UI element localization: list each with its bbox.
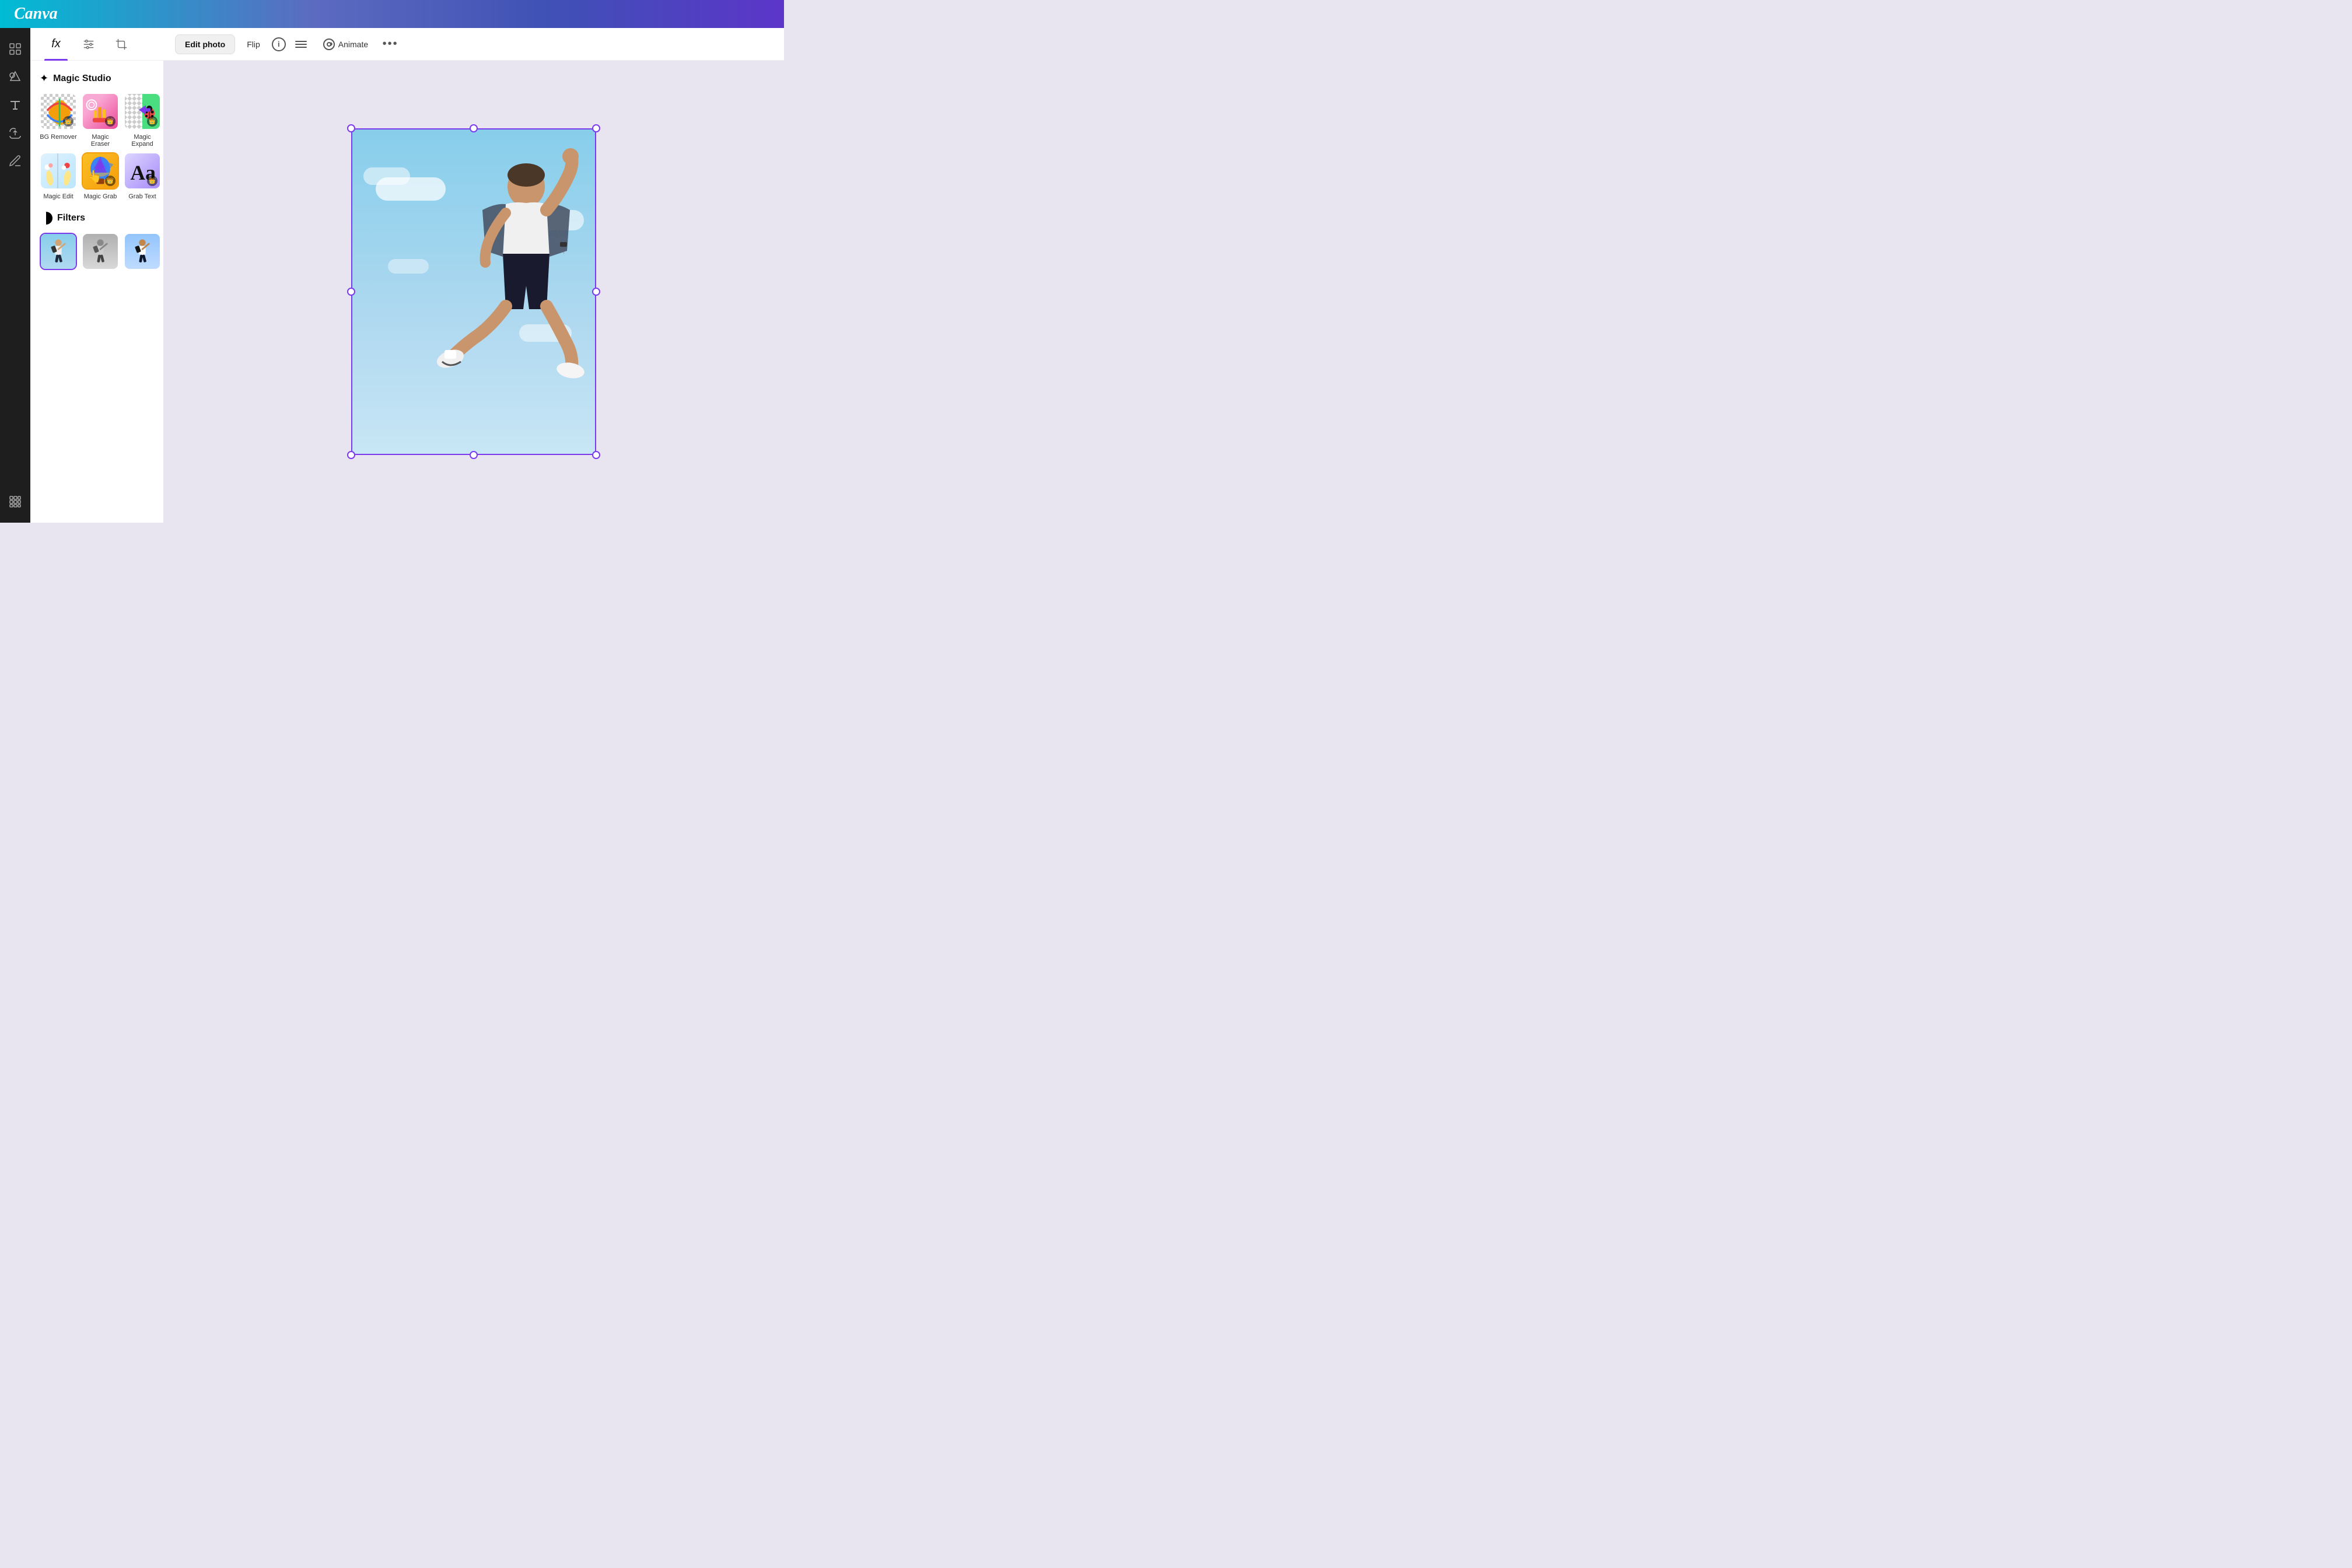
feature-magic-expand[interactable]: 👑 Magic Expand [124, 93, 161, 148]
more-icon: ••• [383, 37, 398, 51]
filters-grid [40, 233, 154, 270]
handle-top-middle[interactable] [470, 124, 478, 132]
canvas-area: Edit photo Flip i Animate ••• [163, 28, 784, 523]
filter-original[interactable] [40, 233, 77, 270]
handle-bottom-middle[interactable] [470, 451, 478, 459]
feature-bg-remover[interactable]: 👑 BG Remover [40, 93, 77, 148]
magic-edit-thumb [40, 152, 77, 190]
canva-logo: Canva [14, 5, 58, 23]
magic-studio-icon: ✦ [40, 72, 48, 85]
sidebar-item-apps[interactable] [4, 490, 27, 513]
tab-crop[interactable] [105, 28, 138, 61]
tools-content: ✦ Magic Studio [30, 61, 163, 279]
bg-remover-label: BG Remover [40, 134, 77, 141]
magic-grab-label: Magic Grab [84, 193, 117, 200]
magic-studio-grid: 👑 BG Remover [40, 93, 154, 200]
grab-text-label: Grab Text [128, 193, 156, 200]
tab-effects[interactable]: fx [40, 28, 72, 61]
handle-middle-left[interactable] [347, 288, 355, 296]
bg-remover-crown: 👑 [63, 116, 74, 127]
info-icon[interactable]: i [272, 37, 286, 51]
magic-expand-label: Magic Expand [124, 134, 161, 148]
filters-title: Filters [57, 213, 85, 223]
feature-magic-grab[interactable]: Olivia 👆 👑 [82, 152, 119, 200]
tools-panel: fx ✦ Magic Studio [30, 28, 163, 523]
magic-grab-crown: 👑 [105, 176, 116, 186]
more-button[interactable]: ••• [380, 34, 401, 55]
filters-icon [40, 212, 52, 225]
sidebar-item-elements[interactable] [4, 37, 27, 61]
sidebar-item-shapes[interactable] [4, 65, 27, 89]
magic-eraser-thumb: 👑 [82, 93, 119, 130]
canvas-workspace[interactable] [163, 61, 784, 523]
handle-bottom-right[interactable] [592, 451, 600, 459]
edit-photo-button[interactable]: Edit photo [175, 34, 235, 54]
photo-container[interactable] [351, 128, 596, 455]
magic-eraser-label: Magic Eraser [82, 134, 119, 148]
magic-expand-thumb: 👑 [124, 93, 161, 130]
animate-icon [323, 38, 335, 50]
handle-top-left[interactable] [347, 124, 355, 132]
bg-remover-thumb: 👑 [40, 93, 77, 130]
feature-magic-eraser[interactable]: 👑 Magic Eraser [82, 93, 119, 148]
sidebar-item-uploads[interactable] [4, 121, 27, 145]
magic-studio-header: ✦ Magic Studio [40, 72, 154, 85]
handle-bottom-left[interactable] [347, 451, 355, 459]
action-bar: Edit photo Flip i Animate ••• [163, 28, 784, 61]
menu-button[interactable] [290, 34, 312, 55]
magic-eraser-crown: 👑 [105, 116, 116, 127]
animate-label: Animate [338, 40, 368, 49]
flip-button[interactable]: Flip [240, 35, 267, 54]
hand-cursor-icon: 👆 [88, 169, 102, 184]
filter-mono[interactable] [82, 233, 119, 270]
left-sidebar [0, 28, 30, 523]
animate-button[interactable]: Animate [316, 34, 375, 55]
magic-edit-label: Magic Edit [43, 193, 73, 200]
sidebar-item-draw[interactable] [4, 149, 27, 173]
grab-text-thumb: Aa 👑 [124, 152, 161, 190]
magic-studio-title: Magic Studio [53, 74, 111, 84]
photo-image [351, 128, 596, 455]
feature-grab-text[interactable]: Aa 👑 Grab Text [124, 152, 161, 200]
tab-adjust[interactable] [72, 28, 105, 61]
top-bar: Canva [0, 0, 784, 28]
hamburger-icon [295, 41, 307, 48]
feature-magic-edit[interactable]: Magic Edit [40, 152, 77, 200]
filters-header: Filters [40, 212, 154, 225]
magic-grab-thumb: Olivia 👆 👑 [82, 152, 119, 190]
toolbar-tabs: fx [30, 28, 163, 61]
handle-top-right[interactable] [592, 124, 600, 132]
grab-text-crown: 👑 [147, 176, 158, 186]
sidebar-item-text[interactable] [4, 93, 27, 117]
handle-middle-right[interactable] [592, 288, 600, 296]
filter-vivid[interactable] [124, 233, 161, 270]
